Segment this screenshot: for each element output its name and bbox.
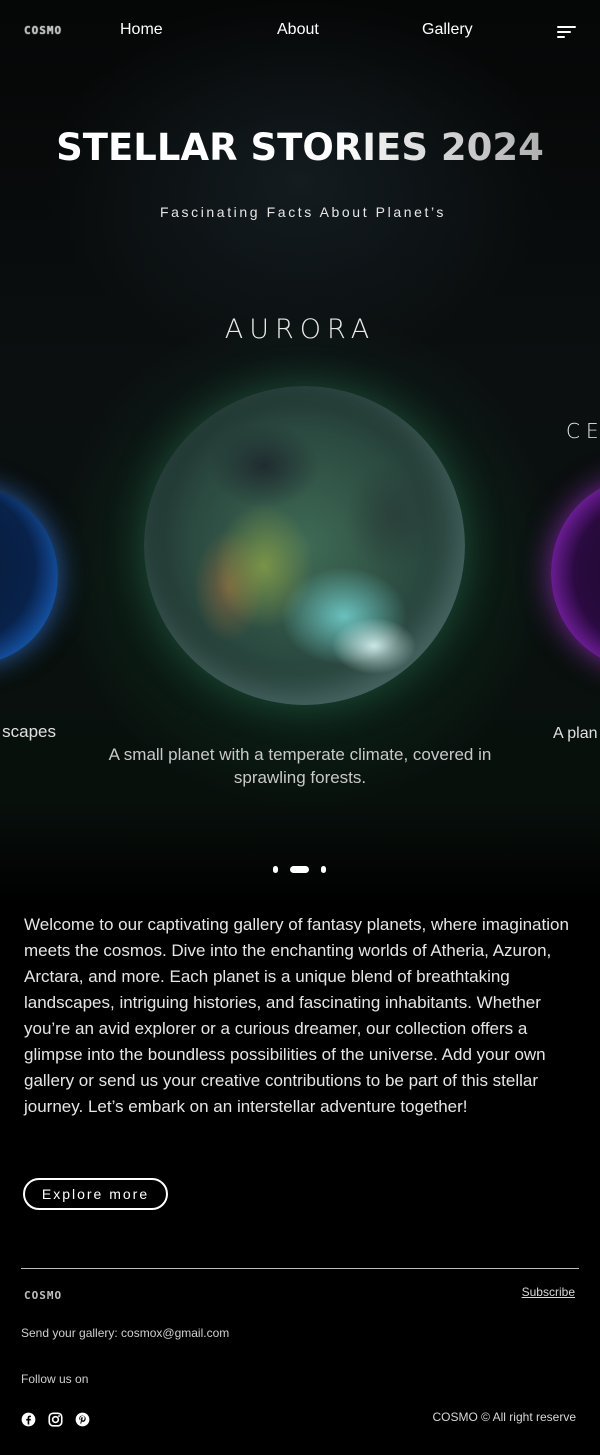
nav-link-home[interactable]: Home [120, 21, 163, 39]
planet-image-center[interactable] [144, 386, 465, 705]
planet-description-right: A plan [553, 725, 598, 742]
footer-logo[interactable]: COSMO [24, 1289, 62, 1302]
carousel-pagination [0, 866, 600, 874]
carousel-dot-active[interactable] [290, 866, 309, 873]
planet-image-left[interactable] [0, 488, 58, 664]
top-nav: COSMO Home About Gallery [0, 0, 600, 64]
planet-name-center: AURORA [224, 314, 376, 345]
hero-subtitle: Fascinating Facts About Planet’s [159, 204, 447, 220]
planet-description-left: scapes [2, 722, 56, 741]
planet-name-right: CE [566, 419, 600, 443]
send-gallery-text: Send your gallery: cosmox@gmail.com [21, 1326, 230, 1340]
carousel-dot[interactable] [321, 866, 326, 873]
pinterest-icon[interactable] [75, 1412, 90, 1427]
hero-title: STELLAR STORIES 2024 [0, 126, 600, 169]
hamburger-menu-icon[interactable] [557, 26, 577, 40]
facebook-icon[interactable] [21, 1412, 36, 1427]
footer-divider [21, 1268, 579, 1269]
subscribe-link[interactable]: Subscribe [522, 1285, 575, 1299]
instagram-icon[interactable] [48, 1412, 63, 1427]
planet-image-right[interactable] [551, 478, 600, 668]
intro-paragraph: Welcome to our captivating gallery of fa… [24, 915, 569, 1116]
copyright-text: COSMO © All right reserve [432, 1410, 576, 1424]
nav-link-about[interactable]: About [277, 21, 319, 39]
page: COSMO Home About Gallery STELLAR STORIES… [0, 0, 600, 1455]
planet-description-center: A small planet with a temperate climate,… [108, 745, 492, 787]
nav-link-gallery[interactable]: Gallery [422, 21, 473, 39]
site-logo[interactable]: COSMO [24, 24, 62, 37]
explore-more-button[interactable]: Explore more [23, 1178, 168, 1210]
carousel-dot[interactable] [273, 866, 278, 873]
follow-us-label: Follow us on [21, 1372, 89, 1386]
